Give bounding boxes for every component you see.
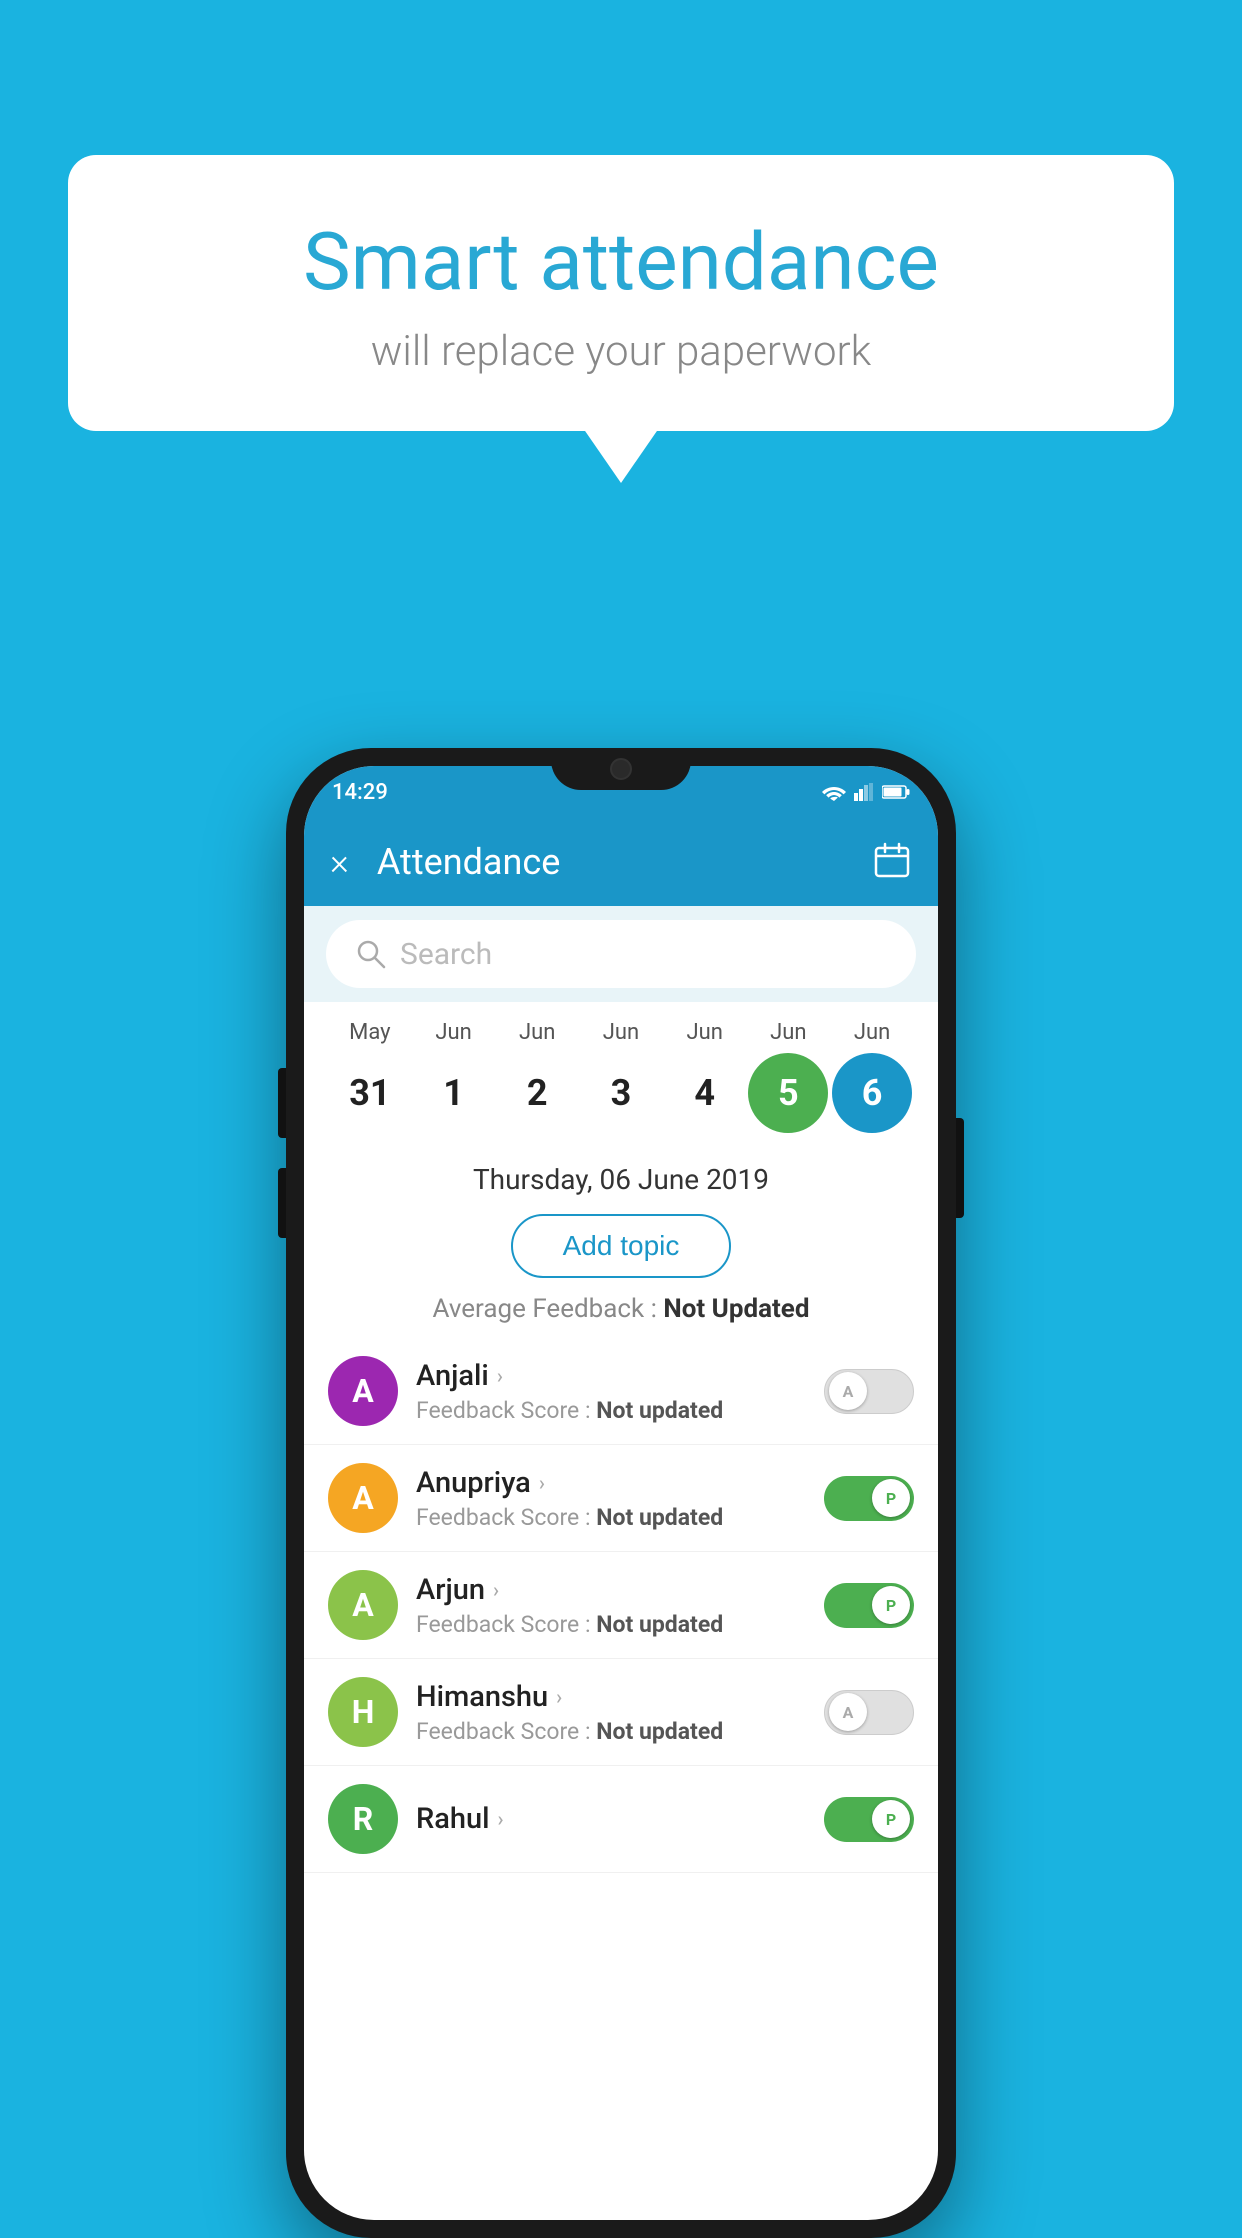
attendance-toggle[interactable]: A (824, 1690, 914, 1735)
student-feedback: Feedback Score : Not updated (416, 1611, 806, 1638)
avatar: A (328, 1356, 398, 1426)
cal-month-3: Jun (581, 1020, 661, 1045)
phone-frame: 14:29 (286, 748, 956, 2238)
student-row[interactable]: A Arjun › Feedback Score : Not updated P (304, 1552, 938, 1659)
avatar: H (328, 1677, 398, 1747)
toggle-off[interactable]: A (824, 1369, 914, 1414)
cal-month-1: Jun (414, 1020, 494, 1045)
phone-screen: 14:29 (304, 766, 938, 2220)
app-title: Attendance (377, 841, 872, 883)
battery-icon (882, 784, 910, 800)
toggle-knob: A (829, 1693, 867, 1731)
toggle-on[interactable]: P (824, 1476, 914, 1521)
status-icons (822, 783, 910, 801)
speech-bubble: Smart attendance will replace your paper… (68, 155, 1174, 431)
student-info: Himanshu › Feedback Score : Not updated (416, 1680, 806, 1745)
search-box[interactable]: Search (326, 920, 916, 988)
front-camera (610, 758, 632, 780)
student-feedback: Feedback Score : Not updated (416, 1718, 806, 1745)
chevron-right-icon: › (498, 1807, 504, 1831)
student-info: Rahul › (416, 1802, 806, 1836)
student-name: Anjali › (416, 1359, 806, 1393)
volume-up-button (278, 1068, 286, 1138)
wifi-icon (822, 783, 846, 801)
cal-date-0[interactable]: 31 (330, 1053, 410, 1133)
student-row[interactable]: A Anjali › Feedback Score : Not updated … (304, 1338, 938, 1445)
student-name: Rahul › (416, 1802, 806, 1836)
feedback-avg-label: Average Feedback : (433, 1294, 657, 1324)
student-feedback: Feedback Score : Not updated (416, 1397, 806, 1424)
speech-bubble-title: Smart attendance (118, 215, 1124, 309)
student-row[interactable]: A Anupriya › Feedback Score : Not update… (304, 1445, 938, 1552)
feedback-avg-value: Not Updated (663, 1294, 809, 1324)
cal-date-3[interactable]: 3 (581, 1053, 661, 1133)
search-icon (356, 939, 386, 969)
chevron-right-icon: › (556, 1685, 562, 1709)
cal-month-0: May (330, 1020, 410, 1045)
toggle-knob: P (872, 1586, 910, 1624)
cal-date-4[interactable]: 4 (665, 1053, 745, 1133)
status-time: 14:29 (332, 780, 388, 805)
attendance-toggle[interactable]: P (824, 1583, 914, 1628)
phone-notch (551, 748, 691, 790)
add-topic-button[interactable]: Add topic (511, 1214, 732, 1278)
cal-month-5: Jun (748, 1020, 828, 1045)
student-list: A Anjali › Feedback Score : Not updated … (304, 1338, 938, 1873)
toggle-knob: A (829, 1372, 867, 1410)
toggle-off[interactable]: A (824, 1690, 914, 1735)
student-row[interactable]: H Himanshu › Feedback Score : Not update… (304, 1659, 938, 1766)
student-info: Anupriya › Feedback Score : Not updated (416, 1466, 806, 1531)
selected-date-label: Thursday, 06 June 2019 (304, 1145, 938, 1204)
toggle-knob: P (872, 1479, 910, 1517)
cal-date-5[interactable]: 5 (748, 1053, 828, 1133)
signal-icon (854, 783, 874, 801)
cal-month-2: Jun (497, 1020, 577, 1045)
speech-bubble-subtitle: will replace your paperwork (118, 327, 1124, 376)
avatar: R (328, 1784, 398, 1854)
student-row[interactable]: R Rahul › P (304, 1766, 938, 1873)
student-name: Anupriya › (416, 1466, 806, 1500)
cal-date-1[interactable]: 1 (414, 1053, 494, 1133)
calendar-icon[interactable] (872, 840, 912, 884)
student-name: Arjun › (416, 1573, 806, 1607)
power-button (956, 1118, 964, 1218)
attendance-toggle[interactable]: A (824, 1369, 914, 1414)
attendance-toggle[interactable]: P (824, 1476, 914, 1521)
search-container: Search (304, 906, 938, 1002)
avatar: A (328, 1463, 398, 1533)
cal-month-6: Jun (832, 1020, 912, 1045)
average-feedback: Average Feedback : Not Updated (304, 1294, 938, 1338)
chevron-right-icon: › (493, 1578, 499, 1602)
attendance-toggle[interactable]: P (824, 1797, 914, 1842)
calendar-months: May Jun Jun Jun Jun Jun Jun (304, 1020, 938, 1045)
calendar-strip: May Jun Jun Jun Jun Jun Jun 31 1 2 3 4 5… (304, 1002, 938, 1145)
toggle-knob: P (872, 1800, 910, 1838)
cal-date-6[interactable]: 6 (832, 1053, 912, 1133)
avatar: A (328, 1570, 398, 1640)
search-placeholder: Search (400, 937, 492, 972)
calendar-dates: 31 1 2 3 4 5 6 (304, 1053, 938, 1133)
cal-date-2[interactable]: 2 (497, 1053, 577, 1133)
student-feedback: Feedback Score : Not updated (416, 1504, 806, 1531)
add-topic-container: Add topic (304, 1204, 938, 1294)
student-name: Himanshu › (416, 1680, 806, 1714)
chevron-right-icon: › (497, 1364, 503, 1388)
volume-down-button (278, 1168, 286, 1238)
toggle-on[interactable]: P (824, 1583, 914, 1628)
toggle-on[interactable]: P (824, 1797, 914, 1842)
chevron-right-icon: › (539, 1471, 545, 1495)
app-bar: × Attendance (304, 818, 938, 906)
close-button[interactable]: × (330, 841, 349, 883)
student-info: Anjali › Feedback Score : Not updated (416, 1359, 806, 1424)
student-info: Arjun › Feedback Score : Not updated (416, 1573, 806, 1638)
cal-month-4: Jun (665, 1020, 745, 1045)
